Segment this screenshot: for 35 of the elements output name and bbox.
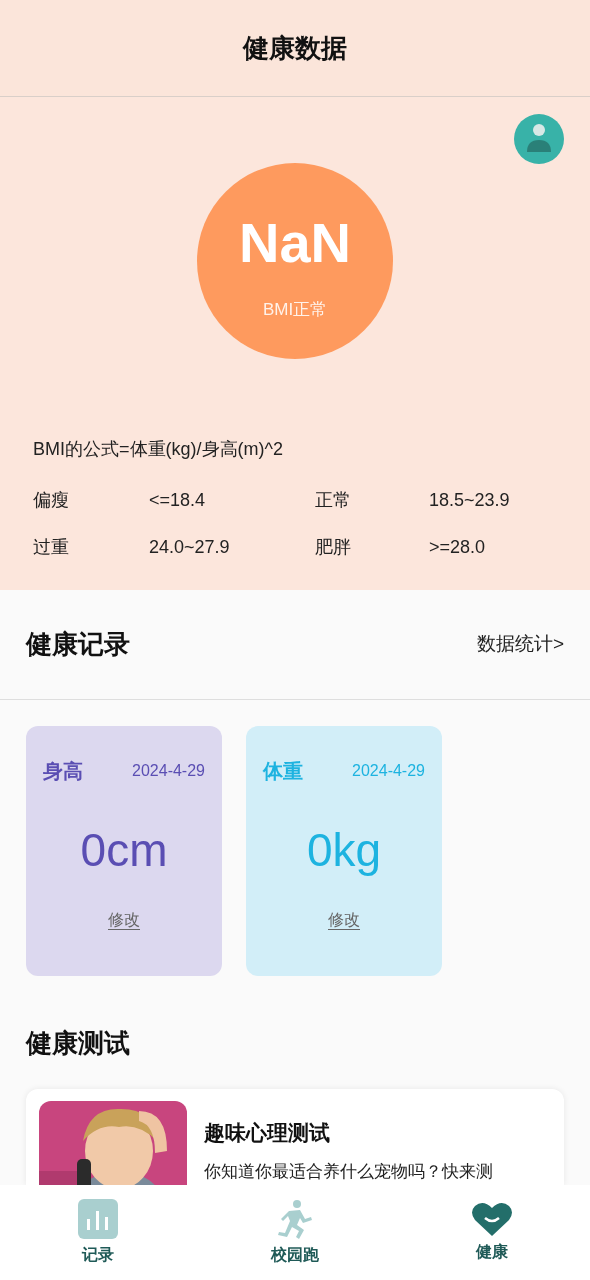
test-title: 趣味心理测试 bbox=[204, 1120, 331, 1146]
record-card[interactable]: 身高 2024-4-29 0cm 修改 bbox=[26, 726, 222, 976]
edit-link[interactable]: 修改 bbox=[328, 908, 360, 932]
runner-icon bbox=[275, 1198, 315, 1239]
range-label: 偏瘦 bbox=[33, 489, 70, 511]
tab[interactable]: 校园跑 bbox=[196, 1185, 394, 1280]
statistics-link[interactable]: 数据统计> bbox=[476, 630, 564, 659]
record-label: 体重 bbox=[263, 759, 303, 784]
range-label: 正常 bbox=[315, 489, 352, 511]
test-description: 你知道你最适合养什么宠物吗？快来测 bbox=[204, 1160, 493, 1183]
page-title: 健康数据 bbox=[243, 31, 347, 65]
bar-chart-icon bbox=[78, 1198, 119, 1239]
range-label: 肥胖 bbox=[315, 536, 352, 558]
bmi-value: NaN bbox=[239, 211, 351, 275]
tab[interactable]: 记录 bbox=[0, 1185, 197, 1280]
bmi-status: BMI正常 bbox=[262, 299, 328, 321]
bmi-formula: BMI的公式=体重(kg)/身高(m)^2 bbox=[33, 438, 283, 461]
edit-link[interactable]: 修改 bbox=[108, 908, 140, 932]
record-value: 0cm bbox=[80, 823, 168, 878]
range-value: 24.0~27.9 bbox=[149, 536, 231, 558]
range-label: 过重 bbox=[33, 536, 70, 558]
range-value: <=18.4 bbox=[149, 489, 207, 511]
record-date: 2024-4-29 bbox=[132, 761, 205, 781]
section-title: 健康测试 bbox=[24, 1027, 131, 1060]
avatar-icon[interactable] bbox=[514, 114, 564, 164]
record-label: 身高 bbox=[43, 759, 83, 784]
tab[interactable]: 健康 bbox=[393, 1185, 590, 1280]
range-value: >=28.0 bbox=[429, 536, 487, 558]
range-value: 18.5~23.9 bbox=[429, 489, 511, 511]
record-date: 2024-4-29 bbox=[352, 761, 425, 781]
heart-icon bbox=[471, 1201, 512, 1236]
test-card[interactable]: 趣味心理测试 你知道你最适合养什么宠物吗？快来测 bbox=[26, 1089, 564, 1185]
section-title: 健康记录 bbox=[26, 628, 130, 661]
record-value: 0kg bbox=[306, 823, 382, 878]
record-card[interactable]: 体重 2024-4-29 0kg 修改 bbox=[246, 726, 442, 976]
